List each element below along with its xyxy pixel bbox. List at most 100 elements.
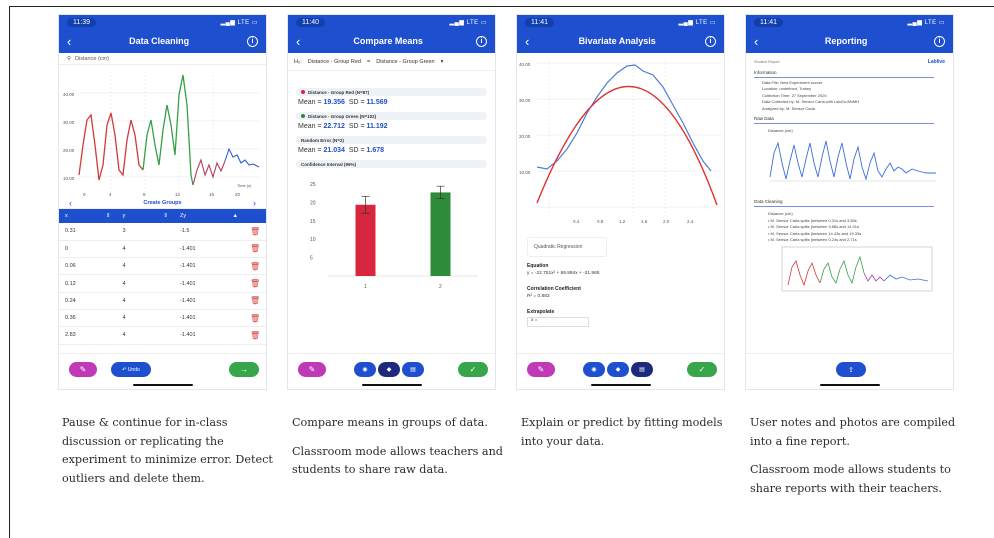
back-icon[interactable]: ‹ [296, 35, 300, 48]
h0-left-select[interactable]: Distance - Group Red [308, 59, 361, 65]
delete-icon[interactable]: 🗑 [244, 257, 266, 276]
report-tag: Student Report [754, 60, 780, 64]
info-line: Data Collected by: M. Sensor Carla with … [762, 99, 860, 105]
confidence-interval-header: Confidence Interval (95%) [296, 160, 487, 168]
compare-view-button[interactable]: ◉ [354, 362, 376, 377]
raw-data-heading: Raw Data [754, 116, 934, 124]
caption-paragraph: User notes and photos are compiled into … [750, 416, 956, 448]
signal-icon: ▂▄▆ LTE ▭ [449, 19, 487, 26]
info-icon[interactable]: i [476, 35, 487, 47]
status-bar: 11:40 ▂▄▆ LTE ▭ [288, 15, 495, 29]
back-icon[interactable]: ‹ [525, 35, 529, 48]
mixed-view-button[interactable]: ◆ [378, 362, 400, 377]
table-row[interactable]: 2.83 4 -1.401 🗑 [59, 326, 266, 345]
h0-label: H₀: [294, 58, 302, 65]
h0-operator[interactable]: = [367, 59, 370, 65]
y-tick: 20.00 [63, 148, 75, 153]
table-row[interactable]: 0.12 4 -1.401 🗑 [59, 274, 266, 293]
bottom-toolbar: ⇪ [746, 353, 953, 389]
x-tick: 12 [175, 192, 181, 197]
compare-view-button[interactable]: ◉ [583, 362, 605, 377]
notes-button[interactable]: ✎ [69, 362, 97, 377]
delete-icon[interactable]: 🗑 [244, 292, 266, 310]
col-header-zy[interactable]: Zy ▲ [173, 209, 244, 223]
status-time: 11:39 [67, 17, 96, 27]
caption-paragraph: Classroom mode allows students to share … [750, 463, 951, 495]
chart-icon: ▤ [410, 367, 416, 373]
col-header-x[interactable]: x ⇕ [59, 209, 117, 223]
notes-button[interactable]: ✎ [298, 362, 326, 377]
notes-button[interactable]: ✎ [527, 362, 555, 377]
network-label: LTE [466, 19, 479, 26]
undo-label: Undo [127, 366, 140, 373]
back-icon[interactable]: ‹ [754, 35, 758, 48]
col-header-y[interactable]: y ⇕ [116, 209, 174, 223]
next-button[interactable]: → [229, 362, 259, 377]
table-row[interactable]: 0.24 4 -1.401 🗑 [59, 292, 266, 310]
delete-icon[interactable]: 🗑 [244, 326, 266, 345]
undo-button[interactable]: ↶ Undo [111, 362, 151, 377]
h0-right-select[interactable]: Distance - Group Green [376, 59, 434, 65]
chevron-down-icon[interactable]: ▾ [441, 59, 444, 65]
delete-icon[interactable]: 🗑 [244, 274, 266, 293]
table-row[interactable]: 0.06 4 -1.401 🗑 [59, 257, 266, 276]
y-tick: 40.00 [519, 62, 531, 67]
sensor-label: Distance (cm) [75, 55, 109, 62]
status-bar: 11:39 ▂▄▆ LTE ▭ [59, 15, 266, 29]
y-tick: 20.00 [519, 134, 531, 139]
table-row[interactable]: 0.31 3 -1.5 🗑 [59, 223, 266, 241]
quadratic-fit-curve [536, 85, 718, 206]
screen-title: Reporting [824, 36, 868, 46]
network-label: LTE [237, 19, 250, 26]
status-bar: 11:41 ▂▄▆ LTE ▭ [746, 15, 953, 29]
info-line: Analyzed by: M. Sensor Carla [762, 105, 815, 111]
share-button[interactable]: ⇪ [836, 362, 866, 377]
table-row[interactable]: 0.36 4 -1.401 🗑 [59, 309, 266, 328]
caption-paragraph: Compare means in groups of data. [292, 416, 488, 429]
signal-icon: ▂▄▆ LTE ▭ [678, 19, 716, 26]
equation-value: y = -22.751x² + 69.894x + -21.965 [527, 271, 600, 276]
caption-compare-means: Compare means in groups of data. Classro… [292, 414, 507, 490]
series-mixed [192, 158, 226, 186]
nav-bar: ‹ Reporting i [746, 29, 953, 53]
observed-series [536, 64, 712, 172]
regression-chart[interactable]: 40.00 30.00 20.00 10.00 0.4 0.8 1.2 1.6 … [517, 53, 724, 233]
table-header: x ⇕ y ⇕ Zy ▲ [59, 209, 266, 223]
x-tick: 16 [209, 192, 215, 197]
confirm-button[interactable]: ✓ [687, 362, 717, 377]
info-line: Data File: New Experiment soccer [762, 79, 823, 85]
arrow-right-icon: → [240, 365, 248, 374]
mixed-view-button[interactable]: ◆ [607, 362, 629, 377]
bottom-toolbar: ✎ ◉ ◆ ▤ ✓ [517, 353, 724, 389]
correlation-value: R² = 0.883 [527, 294, 550, 299]
status-bar: 11:41 ▂▄▆ LTE ▭ [517, 15, 724, 29]
distance-chart[interactable]: 40.00 30.00 20.00 10.00 0 4 8 12 16 20 T… [59, 65, 266, 197]
caption-data-cleaning: Pause & continue for in-class discussion… [62, 414, 277, 498]
delete-icon[interactable]: 🗑 [244, 240, 266, 259]
means-bar-chart: 25 20 15 10 5 1 2 [310, 182, 478, 290]
x-tick: 1 [364, 284, 367, 290]
data-cleaning-heading: Data Cleaning [754, 199, 934, 207]
back-icon[interactable]: ‹ [67, 35, 71, 48]
extrapolate-input[interactable]: x = [527, 317, 589, 327]
delete-icon[interactable]: 🗑 [244, 223, 266, 241]
confirm-button[interactable]: ✓ [458, 362, 488, 377]
create-groups-link[interactable]: Create Groups [143, 200, 181, 206]
phone-bivariate-analysis: 11:41 ▂▄▆ LTE ▭ ‹ Bivariate Analysis i 4… [516, 14, 725, 390]
prev-group-icon[interactable]: ‹ [69, 198, 72, 208]
info-icon[interactable]: i [246, 35, 258, 47]
next-group-icon[interactable]: › [253, 198, 256, 208]
status-time: 11:41 [525, 17, 554, 27]
cleaning-chart-title: Distance (cm) [768, 210, 793, 216]
chart-view-button[interactable]: ▤ [402, 362, 424, 377]
table-row[interactable]: 0 4 -1.401 🗑 [59, 240, 266, 259]
screen-title: Data Cleaning [129, 36, 190, 46]
phone-reporting: 11:41 ▂▄▆ LTE ▭ ‹ Reporting i Student Re… [745, 14, 954, 390]
delete-icon[interactable]: 🗑 [244, 309, 266, 328]
info-icon[interactable]: i [705, 35, 716, 47]
series-blue [224, 147, 260, 168]
chart-view-button[interactable]: ▤ [631, 362, 653, 377]
phone-data-cleaning: 11:39 ▂▄▆ LTE ▭ ‹ Data Cleaning i ⚲ Dist… [58, 14, 267, 390]
model-select[interactable]: Quadratic Regression [534, 244, 582, 250]
info-icon[interactable]: i [934, 35, 945, 47]
